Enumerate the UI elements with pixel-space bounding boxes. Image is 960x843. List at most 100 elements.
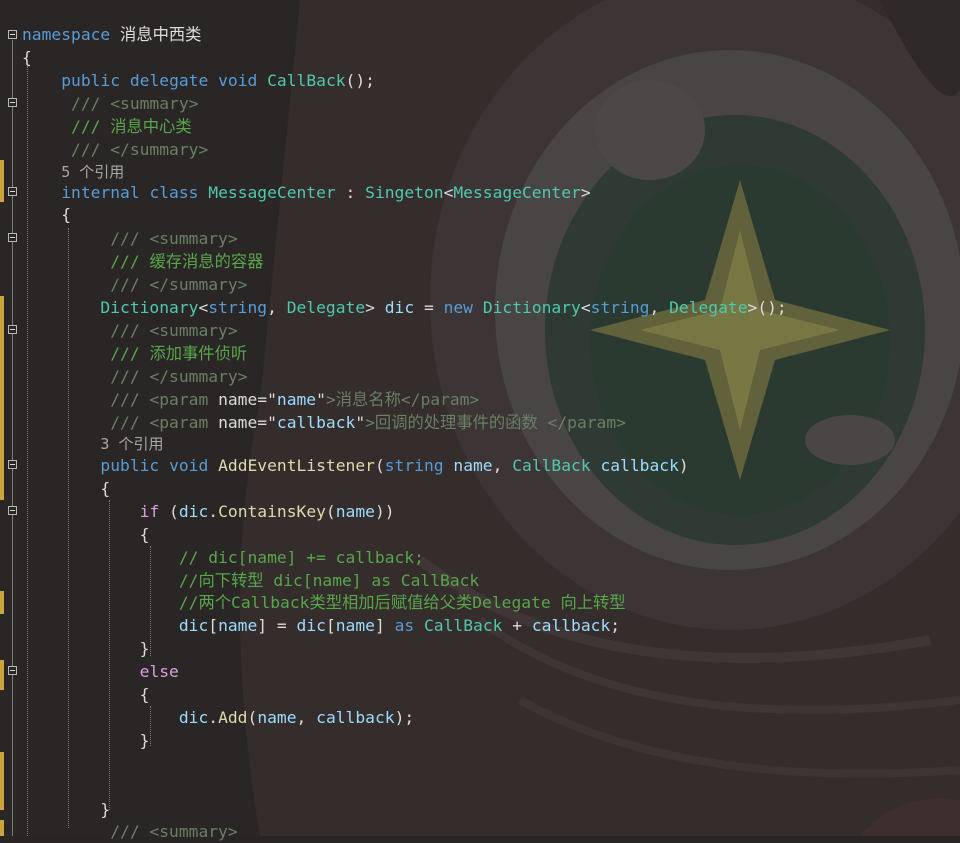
code-token: callback: [316, 708, 395, 727]
code-token: ]: [374, 616, 395, 635]
change-marker: [0, 820, 4, 836]
code-token: dic: [178, 708, 209, 727]
code-token: void: [218, 71, 258, 90]
code-token: <: [443, 183, 454, 202]
code-token: callback: [276, 413, 356, 432]
code-token: CallBack: [512, 456, 591, 475]
code-token: [: [208, 616, 219, 635]
reference-count-hint[interactable]: 5 个引用: [22, 160, 124, 183]
code-line: /// 缓存消息的容器: [22, 250, 263, 273]
code-token: {: [22, 479, 111, 498]
code-token: //两个Callback类型相加后赋值给父类Delegate 向上转型: [178, 593, 626, 612]
code-line: {: [22, 683, 150, 706]
code-token: /// <param: [110, 390, 219, 409]
code-token: :: [335, 183, 366, 202]
code-line: /// <summary>: [22, 227, 237, 250]
code-token: 3 个引用: [100, 435, 164, 453]
code-token: <: [198, 298, 209, 317]
code-line: /// <summary>: [22, 319, 238, 342]
code-line: }: [22, 637, 150, 660]
fold-toggle-icon[interactable]: [8, 666, 17, 675]
code-line: {: [22, 203, 71, 226]
code-token: )): [374, 502, 395, 521]
code-line: public void AddEventListener(string name…: [22, 454, 688, 477]
change-marker: [0, 660, 4, 690]
code-token: /// <summary>: [110, 321, 238, 340]
code-token: /// </summary>: [110, 275, 248, 294]
fold-toggle-icon[interactable]: [8, 30, 17, 39]
code-line: namespace 消息中西类: [22, 23, 201, 46]
code-line: }: [22, 798, 110, 821]
code-token: <: [580, 298, 591, 317]
code-token: name: [276, 390, 317, 409]
fold-toggle-icon[interactable]: [8, 325, 17, 334]
code-token: }: [22, 639, 150, 658]
code-token: Dictionary: [100, 298, 199, 317]
code-token: ,: [267, 298, 287, 317]
code-token: /// <summary>: [110, 822, 238, 841]
code-token: /// </summary>: [110, 367, 248, 386]
code-token: name: [335, 502, 375, 521]
code-token: ;: [610, 616, 621, 635]
code-token: +: [502, 616, 532, 635]
code-token: 消息中西类: [110, 25, 202, 44]
code-token: {: [22, 205, 72, 224]
fold-toggle-icon[interactable]: [8, 233, 17, 242]
code-line: //两个Callback类型相加后赋值给父类Delegate 向上转型: [22, 591, 626, 614]
code-line: // dic[name] += callback;: [22, 546, 424, 569]
code-line: {: [22, 477, 110, 500]
code-token: name: [218, 616, 258, 635]
code-token: class: [149, 183, 199, 202]
code-token: /// </summary>: [71, 140, 209, 159]
code-line: //向下转型 dic[name] as CallBack: [22, 569, 479, 592]
code-token: public: [100, 456, 160, 475]
code-token: name: [257, 708, 297, 727]
reference-count-hint[interactable]: 3 个引用: [22, 432, 163, 455]
code-line: /// 消息中心类: [22, 115, 192, 138]
fold-toggle-icon[interactable]: [8, 98, 17, 107]
change-marker: [0, 591, 4, 614]
code-token: string: [590, 298, 650, 317]
code-token: name=": [218, 413, 277, 432]
code-token: >消息名称</param>: [325, 390, 480, 409]
fold-toggle-icon[interactable]: [8, 506, 17, 515]
code-token: void: [169, 456, 209, 475]
code-token: internal: [61, 183, 140, 202]
fold-line: [12, 40, 13, 836]
code-line: /// </summary>: [22, 273, 247, 296]
code-token: {: [22, 685, 150, 704]
code-token: Delegate: [286, 298, 366, 317]
code-token: callback: [531, 616, 611, 635]
fold-toggle-icon[interactable]: [8, 460, 17, 469]
code-line: else: [22, 660, 179, 683]
code-token: >回调的处理事件的函数 </param>: [365, 413, 626, 432]
change-marker: [0, 160, 4, 202]
fold-toggle-icon[interactable]: [8, 187, 17, 196]
code-token: string: [384, 456, 444, 475]
code-token: ,: [296, 708, 317, 727]
code-token: name=": [218, 390, 277, 409]
code-token: ] =: [257, 616, 297, 635]
code-token: else: [139, 662, 179, 681]
code-token: MessageCenter: [453, 183, 581, 202]
code-token: ,: [649, 298, 670, 317]
code-token: dic: [384, 298, 415, 317]
